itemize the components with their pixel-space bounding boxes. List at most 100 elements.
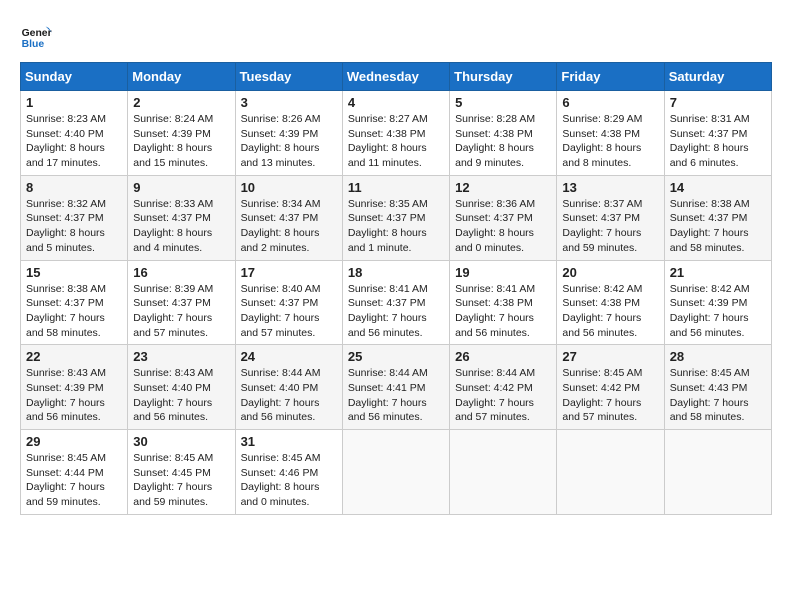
day-number: 8 [26,180,122,195]
sunrise-label: Sunrise: 8:27 AM [348,113,428,125]
sunset-label: Sunset: 4:37 PM [26,297,104,309]
day-info: Sunrise: 8:35 AM Sunset: 4:37 PM Dayligh… [348,197,444,256]
day-number: 5 [455,95,551,110]
day-number: 3 [241,95,337,110]
sunset-label: Sunset: 4:43 PM [670,382,748,394]
calendar-table: SundayMondayTuesdayWednesdayThursdayFrid… [20,62,772,515]
day-info: Sunrise: 8:37 AM Sunset: 4:37 PM Dayligh… [562,197,658,256]
day-info: Sunrise: 8:31 AM Sunset: 4:37 PM Dayligh… [670,112,766,171]
day-info: Sunrise: 8:32 AM Sunset: 4:37 PM Dayligh… [26,197,122,256]
day-number: 2 [133,95,229,110]
calendar-day-cell: 1 Sunrise: 8:23 AM Sunset: 4:40 PM Dayli… [21,91,128,176]
calendar-day-cell: 10 Sunrise: 8:34 AM Sunset: 4:37 PM Dayl… [235,175,342,260]
calendar-day-cell: 27 Sunrise: 8:45 AM Sunset: 4:42 PM Dayl… [557,345,664,430]
day-number: 11 [348,180,444,195]
day-info: Sunrise: 8:39 AM Sunset: 4:37 PM Dayligh… [133,282,229,341]
daylight-label: Daylight: 8 hours and 8 minutes. [562,142,641,169]
daylight-label: Daylight: 7 hours and 56 minutes. [26,397,105,424]
calendar-day-cell: 31 Sunrise: 8:45 AM Sunset: 4:46 PM Dayl… [235,430,342,515]
day-number: 24 [241,349,337,364]
calendar-day-cell: 25 Sunrise: 8:44 AM Sunset: 4:41 PM Dayl… [342,345,449,430]
day-number: 7 [670,95,766,110]
calendar-header-row: SundayMondayTuesdayWednesdayThursdayFrid… [21,63,772,91]
day-info: Sunrise: 8:43 AM Sunset: 4:40 PM Dayligh… [133,366,229,425]
calendar-week-row: 8 Sunrise: 8:32 AM Sunset: 4:37 PM Dayli… [21,175,772,260]
day-number: 31 [241,434,337,449]
calendar-day-cell: 24 Sunrise: 8:44 AM Sunset: 4:40 PM Dayl… [235,345,342,430]
day-number: 25 [348,349,444,364]
sunrise-label: Sunrise: 8:32 AM [26,198,106,210]
sunrise-label: Sunrise: 8:26 AM [241,113,321,125]
calendar-day-cell: 26 Sunrise: 8:44 AM Sunset: 4:42 PM Dayl… [450,345,557,430]
day-info: Sunrise: 8:24 AM Sunset: 4:39 PM Dayligh… [133,112,229,171]
sunrise-label: Sunrise: 8:38 AM [670,198,750,210]
sunset-label: Sunset: 4:37 PM [133,212,211,224]
day-info: Sunrise: 8:34 AM Sunset: 4:37 PM Dayligh… [241,197,337,256]
daylight-label: Daylight: 8 hours and 6 minutes. [670,142,749,169]
day-info: Sunrise: 8:26 AM Sunset: 4:39 PM Dayligh… [241,112,337,171]
sunset-label: Sunset: 4:44 PM [26,467,104,479]
sunset-label: Sunset: 4:40 PM [26,128,104,140]
sunset-label: Sunset: 4:40 PM [241,382,319,394]
calendar-day-cell: 22 Sunrise: 8:43 AM Sunset: 4:39 PM Dayl… [21,345,128,430]
day-info: Sunrise: 8:41 AM Sunset: 4:38 PM Dayligh… [455,282,551,341]
page-header: General Blue [20,20,772,52]
daylight-label: Daylight: 8 hours and 4 minutes. [133,227,212,254]
sunset-label: Sunset: 4:42 PM [562,382,640,394]
daylight-label: Daylight: 8 hours and 17 minutes. [26,142,105,169]
sunrise-label: Sunrise: 8:44 AM [455,367,535,379]
day-number: 15 [26,265,122,280]
sunset-label: Sunset: 4:38 PM [455,128,533,140]
day-number: 23 [133,349,229,364]
day-number: 13 [562,180,658,195]
daylight-label: Daylight: 7 hours and 59 minutes. [26,481,105,508]
day-info: Sunrise: 8:28 AM Sunset: 4:38 PM Dayligh… [455,112,551,171]
day-info: Sunrise: 8:45 AM Sunset: 4:43 PM Dayligh… [670,366,766,425]
sunset-label: Sunset: 4:39 PM [133,128,211,140]
calendar-header-cell: Sunday [21,63,128,91]
daylight-label: Daylight: 8 hours and 11 minutes. [348,142,427,169]
sunset-label: Sunset: 4:37 PM [348,212,426,224]
sunrise-label: Sunrise: 8:42 AM [670,283,750,295]
sunset-label: Sunset: 4:42 PM [455,382,533,394]
sunset-label: Sunset: 4:41 PM [348,382,426,394]
calendar-day-cell: 16 Sunrise: 8:39 AM Sunset: 4:37 PM Dayl… [128,260,235,345]
day-number: 30 [133,434,229,449]
day-number: 10 [241,180,337,195]
daylight-label: Daylight: 8 hours and 0 minutes. [241,481,320,508]
calendar-day-cell: 4 Sunrise: 8:27 AM Sunset: 4:38 PM Dayli… [342,91,449,176]
sunset-label: Sunset: 4:39 PM [670,297,748,309]
sunset-label: Sunset: 4:37 PM [241,212,319,224]
day-number: 21 [670,265,766,280]
sunrise-label: Sunrise: 8:45 AM [241,452,321,464]
sunset-label: Sunset: 4:37 PM [26,212,104,224]
calendar-header-cell: Thursday [450,63,557,91]
calendar-day-cell: 13 Sunrise: 8:37 AM Sunset: 4:37 PM Dayl… [557,175,664,260]
daylight-label: Daylight: 7 hours and 57 minutes. [133,312,212,339]
sunset-label: Sunset: 4:37 PM [562,212,640,224]
daylight-label: Daylight: 7 hours and 56 minutes. [241,397,320,424]
day-info: Sunrise: 8:38 AM Sunset: 4:37 PM Dayligh… [670,197,766,256]
sunset-label: Sunset: 4:39 PM [241,128,319,140]
sunset-label: Sunset: 4:37 PM [670,128,748,140]
sunset-label: Sunset: 4:37 PM [455,212,533,224]
calendar-day-cell: 15 Sunrise: 8:38 AM Sunset: 4:37 PM Dayl… [21,260,128,345]
day-number: 26 [455,349,551,364]
day-info: Sunrise: 8:40 AM Sunset: 4:37 PM Dayligh… [241,282,337,341]
calendar-day-cell [342,430,449,515]
sunset-label: Sunset: 4:38 PM [562,297,640,309]
sunrise-label: Sunrise: 8:43 AM [133,367,213,379]
daylight-label: Daylight: 7 hours and 56 minutes. [562,312,641,339]
day-number: 29 [26,434,122,449]
sunset-label: Sunset: 4:45 PM [133,467,211,479]
day-info: Sunrise: 8:41 AM Sunset: 4:37 PM Dayligh… [348,282,444,341]
day-number: 6 [562,95,658,110]
sunrise-label: Sunrise: 8:45 AM [670,367,750,379]
svg-text:Blue: Blue [22,39,45,50]
calendar-day-cell: 9 Sunrise: 8:33 AM Sunset: 4:37 PM Dayli… [128,175,235,260]
day-info: Sunrise: 8:44 AM Sunset: 4:42 PM Dayligh… [455,366,551,425]
day-info: Sunrise: 8:42 AM Sunset: 4:39 PM Dayligh… [670,282,766,341]
day-info: Sunrise: 8:44 AM Sunset: 4:41 PM Dayligh… [348,366,444,425]
sunset-label: Sunset: 4:38 PM [455,297,533,309]
calendar-day-cell: 17 Sunrise: 8:40 AM Sunset: 4:37 PM Dayl… [235,260,342,345]
